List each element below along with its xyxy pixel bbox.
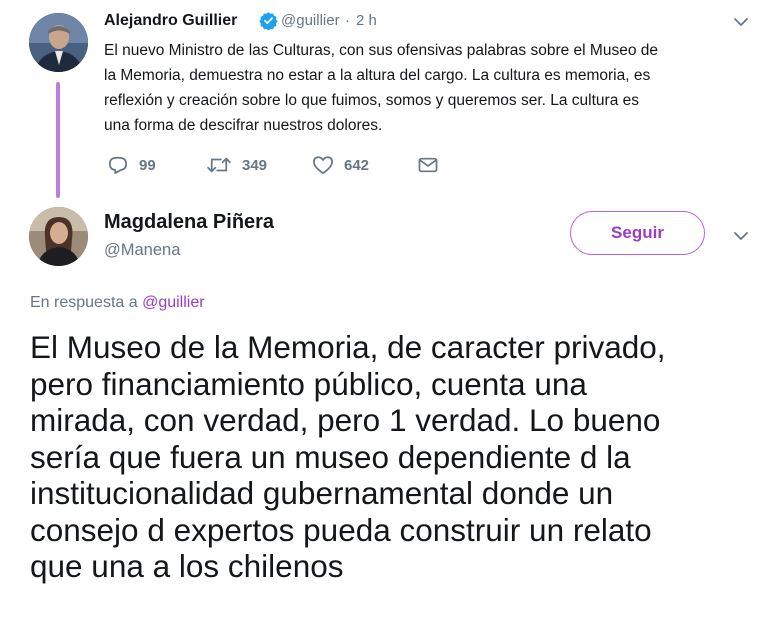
chevron-down-icon[interactable] bbox=[733, 16, 749, 28]
parent-tweet-line: una forma de descifrar nuestros dolores. bbox=[104, 117, 383, 134]
main-tweet-line: institucionalidad gubernamental donde un bbox=[30, 475, 614, 511]
reply-button[interactable]: 99 bbox=[107, 155, 156, 175]
parent-tweet-text: El nuevo Ministro de las Culturas, con s… bbox=[104, 38, 744, 138]
verified-badge-icon bbox=[259, 12, 278, 30]
avatar-magdalena-pinera[interactable] bbox=[29, 207, 88, 266]
parent-tweet-line: El nuevo Ministro de las Culturas, con s… bbox=[104, 42, 658, 59]
retweet-count: 349 bbox=[242, 156, 268, 174]
avatar-alejandro-guillier[interactable] bbox=[29, 13, 88, 72]
parent-author-name[interactable]: Alejandro Guillier bbox=[104, 12, 237, 30]
main-tweet-text: El Museo de la Memoria, de caracter priv… bbox=[30, 329, 770, 585]
main-author-handle[interactable]: @Manena bbox=[104, 241, 180, 260]
reply-context-prefix: En respuesta a bbox=[30, 294, 138, 311]
retweet-icon bbox=[207, 157, 231, 173]
envelope-icon bbox=[418, 157, 438, 173]
chevron-down-icon[interactable] bbox=[733, 230, 749, 242]
parent-tweet-time[interactable]: 2 h bbox=[356, 12, 377, 29]
main-author-name[interactable]: Magdalena Piñera bbox=[104, 211, 274, 234]
reply-context-handle-link[interactable]: @guillier bbox=[142, 294, 204, 311]
retweet-button[interactable]: 349 bbox=[206, 155, 267, 175]
thread-connector-line bbox=[56, 82, 60, 198]
reply-count: 99 bbox=[139, 156, 156, 174]
main-tweet-line: El Museo de la Memoria, de caracter priv… bbox=[30, 329, 666, 365]
main-tweet-line: que una a los chilenos bbox=[30, 548, 344, 584]
direct-message-button[interactable] bbox=[417, 156, 449, 174]
parent-author-handle[interactable]: @guillier bbox=[281, 12, 340, 29]
main-tweet-line: mirada, con verdad, pero 1 verdad. Lo bu… bbox=[30, 402, 661, 438]
heart-icon bbox=[313, 156, 333, 175]
parent-tweet-line: reflexión y creación sobre lo que fuimos… bbox=[104, 92, 640, 109]
main-tweet-line: pero financiamiento público, cuenta una bbox=[30, 365, 587, 402]
parent-tweet-line: la Memoria, demuestra no estar a la altu… bbox=[104, 67, 651, 84]
time-separator: · bbox=[345, 12, 350, 29]
reply-context: En respuesta a @guillier bbox=[30, 294, 205, 312]
like-count: 642 bbox=[344, 156, 370, 174]
follow-button[interactable]: Seguir bbox=[570, 211, 705, 255]
main-tweet-line: sería que fuera un museo dependiente d l… bbox=[30, 438, 631, 475]
main-tweet-line: consejo d expertos pueda construir un re… bbox=[30, 511, 652, 548]
reply-icon bbox=[108, 156, 128, 175]
like-button[interactable]: 642 bbox=[312, 155, 369, 175]
